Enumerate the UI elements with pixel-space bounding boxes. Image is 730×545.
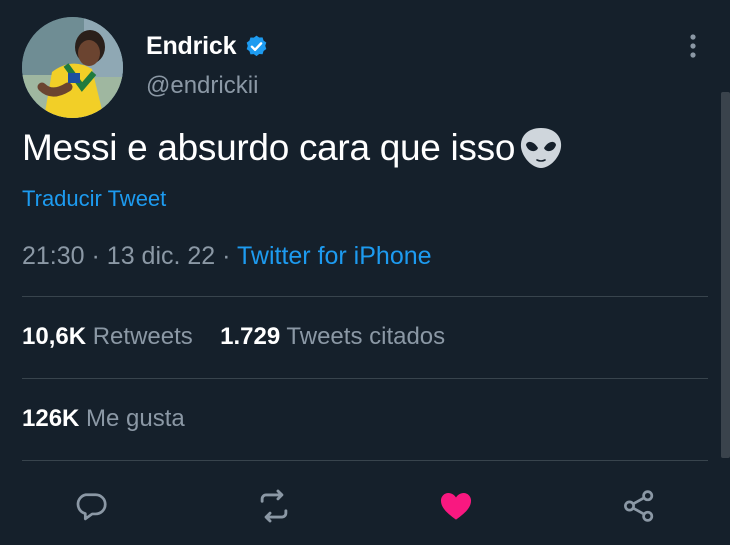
divider <box>22 460 708 461</box>
alien-face-icon <box>521 128 562 168</box>
likes-stat[interactable]: 126K Me gusta <box>22 405 185 432</box>
likes-count: 126K <box>22 405 80 432</box>
heart-icon <box>440 493 472 520</box>
tweet-text: Messi e absurdo cara que isso <box>22 124 565 172</box>
likes-label: Me gusta <box>86 405 185 432</box>
author-handle[interactable]: @endrickii <box>146 72 258 100</box>
scrollbar[interactable] <box>721 92 730 458</box>
author-name-row[interactable]: Endrick <box>146 30 269 62</box>
meta-separator: · <box>222 242 231 270</box>
quote-tweets-stat[interactable]: 1.729 Tweets citados <box>220 323 445 350</box>
like-button[interactable] <box>436 486 476 526</box>
share-button[interactable] <box>619 486 659 526</box>
quote-tweets-label: Tweets citados <box>286 323 446 350</box>
avatar[interactable] <box>22 17 123 118</box>
retweets-stat[interactable]: 10,6K Retweets <box>22 323 199 350</box>
avatar-image <box>22 17 123 118</box>
retweet-button[interactable] <box>254 486 294 526</box>
stats-row-likes: 126K Me gusta <box>22 405 185 433</box>
tweet-source-link[interactable]: Twitter for iPhone <box>237 242 432 270</box>
tweet-time[interactable]: 21:30 <box>22 242 85 270</box>
meta-separator: · <box>91 242 100 270</box>
share-icon <box>624 490 654 522</box>
retweet-icon <box>260 489 288 523</box>
retweets-count: 10,6K <box>22 323 87 350</box>
translate-tweet-link[interactable]: Traducir Tweet <box>22 186 166 212</box>
quote-tweets-count: 1.729 <box>220 323 281 350</box>
reply-icon <box>76 493 107 521</box>
reply-button[interactable] <box>71 486 111 526</box>
retweets-label: Retweets <box>92 323 193 350</box>
tweet-text-content: Messi e absurdo cara que isso <box>22 127 516 168</box>
tweet-metadata: 21:30 · 13 dic. 22 · Twitter for iPhone <box>22 242 432 271</box>
verified-badge-icon <box>247 35 267 56</box>
tweet-date[interactable]: 13 dic. 22 <box>107 242 215 270</box>
divider <box>22 296 708 297</box>
more-options-icon[interactable] <box>684 33 702 59</box>
stats-row-retweets: 10,6K Retweets 1.729 Tweets citados <box>22 323 445 351</box>
divider <box>22 378 708 379</box>
author-display-name[interactable]: Endrick <box>146 32 237 61</box>
